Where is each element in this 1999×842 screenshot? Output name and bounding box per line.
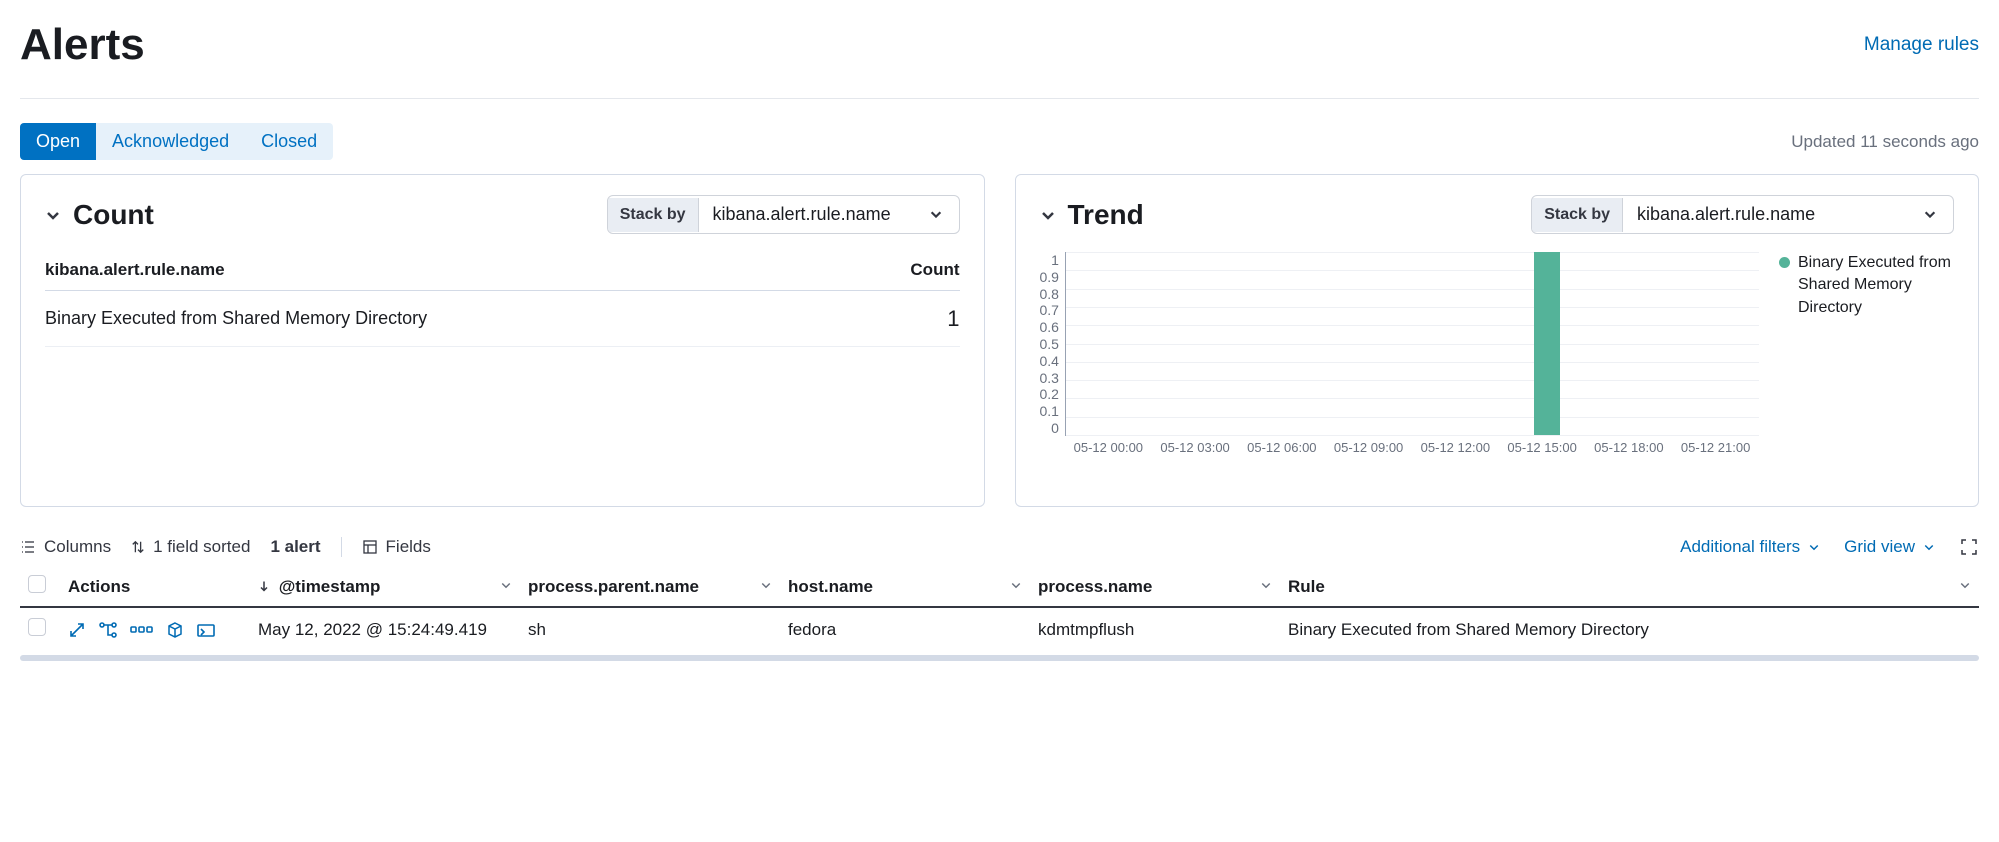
chevron-down-icon xyxy=(929,207,945,223)
separator xyxy=(341,537,342,557)
count-panel: Count Stack by kibana.alert.rule.name ki… xyxy=(20,174,985,507)
page-title: Alerts xyxy=(20,20,145,70)
table-row[interactable]: May 12, 2022 @ 15:24:49.419 sh fedora kd… xyxy=(20,607,1979,651)
tab-open[interactable]: Open xyxy=(20,123,96,160)
chart-legend: Binary Executed from Shared Memory Direc… xyxy=(1779,252,1954,482)
tab-closed[interactable]: Closed xyxy=(245,123,333,160)
legend-label: Binary Executed from Shared Memory Direc… xyxy=(1798,252,1954,319)
col-timestamp[interactable]: @timestamp xyxy=(250,567,520,607)
grid-view-button[interactable]: Grid view xyxy=(1844,537,1935,557)
fields-label: Fields xyxy=(386,537,431,557)
manage-rules-link[interactable]: Manage rules xyxy=(1864,34,1979,56)
plot-area xyxy=(1065,252,1759,436)
col-host-name[interactable]: host.name xyxy=(780,567,1030,607)
y-axis: 10.90.80.70.60.50.40.30.20.10 xyxy=(1040,252,1065,436)
count-stack-by-select[interactable]: Stack by kibana.alert.rule.name xyxy=(607,195,960,234)
count-row[interactable]: Binary Executed from Shared Memory Direc… xyxy=(45,291,960,347)
stack-by-value: kibana.alert.rule.name xyxy=(1637,204,1815,225)
cell-rule: Binary Executed from Shared Memory Direc… xyxy=(1280,607,1979,651)
row-checkbox[interactable] xyxy=(28,618,46,636)
updated-status: Updated 11 seconds ago xyxy=(1791,132,1979,152)
sort-label: 1 field sorted xyxy=(153,537,250,557)
alert-count: 1 alert xyxy=(270,537,320,557)
count-row-value: 1 xyxy=(947,306,959,332)
grid-view-label: Grid view xyxy=(1844,537,1915,557)
count-column-count: Count xyxy=(910,260,959,280)
trend-chart: 10.90.80.70.60.50.40.30.20.10 05-12 00:0… xyxy=(1040,252,1760,482)
trend-title: Trend xyxy=(1068,199,1144,231)
columns-button[interactable]: Columns xyxy=(20,537,111,557)
count-title: Count xyxy=(73,199,154,231)
analyzer-icon[interactable] xyxy=(98,621,118,639)
chevron-down-icon[interactable] xyxy=(1040,207,1056,223)
chevron-down-icon[interactable] xyxy=(45,207,61,223)
sort-button[interactable]: 1 field sorted xyxy=(131,537,250,557)
select-all-checkbox[interactable] xyxy=(28,575,46,593)
columns-label: Columns xyxy=(44,537,111,557)
count-row-name: Binary Executed from Shared Memory Direc… xyxy=(45,305,427,332)
status-tabs: Open Acknowledged Closed xyxy=(20,123,333,160)
count-column-name: kibana.alert.rule.name xyxy=(45,260,225,280)
x-axis: 05-12 00:0005-12 03:0005-12 06:0005-12 0… xyxy=(1065,440,1759,470)
col-rule[interactable]: Rule xyxy=(1280,567,1979,607)
col-process-name[interactable]: process.name xyxy=(1030,567,1280,607)
additional-filters-button[interactable]: Additional filters xyxy=(1680,537,1820,557)
horizontal-scrollbar[interactable] xyxy=(20,655,1979,661)
legend-item[interactable]: Binary Executed from Shared Memory Direc… xyxy=(1779,252,1954,319)
fullscreen-icon[interactable] xyxy=(1959,537,1979,557)
session-icon[interactable] xyxy=(130,621,154,639)
col-process-parent-name[interactable]: process.parent.name xyxy=(520,567,780,607)
cell-process-name: kdmtmpflush xyxy=(1030,607,1280,651)
filters-label: Additional filters xyxy=(1680,537,1800,557)
trend-panel: Trend Stack by kibana.alert.rule.name 10… xyxy=(1015,174,1980,507)
stack-by-value: kibana.alert.rule.name xyxy=(713,204,891,225)
cube-icon[interactable] xyxy=(166,621,184,639)
stack-by-label: Stack by xyxy=(608,198,699,232)
col-actions: Actions xyxy=(60,567,250,607)
cell-host-name: fedora xyxy=(780,607,1030,651)
stack-by-label: Stack by xyxy=(1532,198,1623,232)
expand-icon[interactable] xyxy=(68,621,86,639)
tab-acknowledged[interactable]: Acknowledged xyxy=(96,123,245,160)
fields-button[interactable]: Fields xyxy=(362,537,431,557)
chevron-down-icon xyxy=(1923,207,1939,223)
legend-swatch xyxy=(1779,257,1790,268)
cell-process-parent-name: sh xyxy=(520,607,780,651)
timeline-icon[interactable] xyxy=(196,621,216,639)
cell-timestamp: May 12, 2022 @ 15:24:49.419 xyxy=(250,607,520,651)
trend-stack-by-select[interactable]: Stack by kibana.alert.rule.name xyxy=(1531,195,1954,234)
